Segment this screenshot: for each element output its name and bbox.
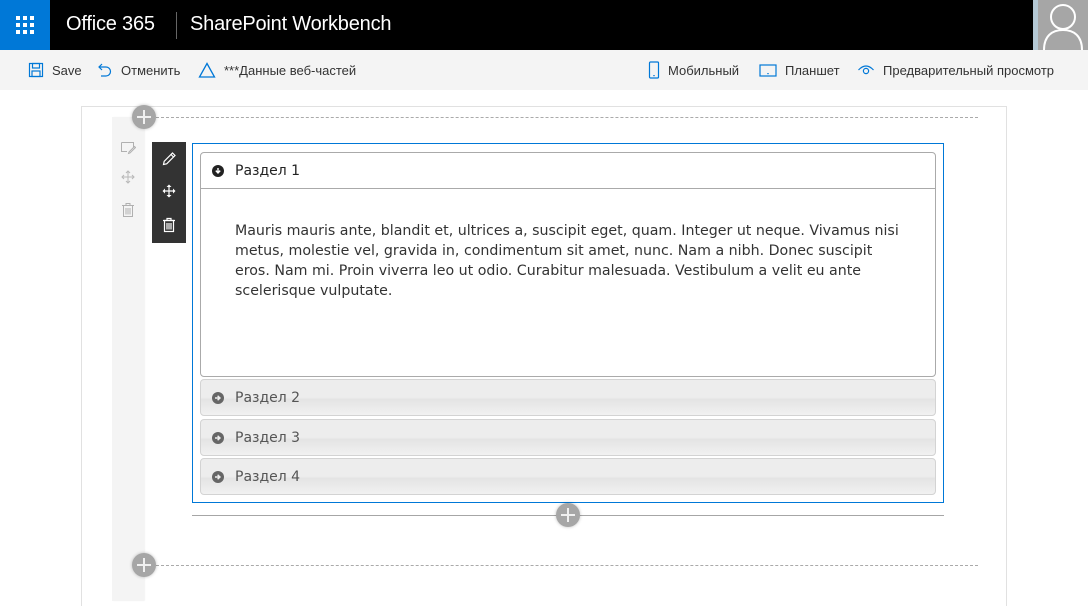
accordion-header-1[interactable]: Раздел 1 (201, 153, 935, 189)
app-title[interactable]: SharePoint Workbench (190, 13, 392, 36)
brand-separator (176, 12, 177, 39)
add-webpart-button[interactable] (556, 503, 580, 527)
tablet-preview-button[interactable]: Планшет (759, 50, 840, 90)
webpart-data-label: ***Данные веб-частей (224, 62, 357, 78)
add-section-bottom-button[interactable] (132, 553, 156, 577)
command-bar: Save Отменить ***Данные веб-частей Мобил… (0, 50, 1088, 90)
save-icon (28, 62, 44, 78)
user-menu[interactable] (1033, 0, 1088, 50)
accordion-title-1: Раздел 1 (235, 162, 301, 179)
save-button[interactable]: Save (28, 50, 82, 90)
user-avatar-icon[interactable] (1038, 0, 1088, 50)
edit-section-icon[interactable] (119, 138, 137, 156)
webpart-data-button[interactable]: ***Данные веб-частей (198, 50, 356, 90)
chevron-right-circle-icon (212, 431, 224, 444)
suite-bar: Office 365 SharePoint Workbench (0, 0, 1088, 50)
accordion-title-4: Раздел 4 (235, 468, 301, 485)
office-365-brand[interactable]: Office 365 (66, 13, 155, 36)
accordion-header-4[interactable]: Раздел 4 (200, 458, 936, 495)
undo-label: Отменить (121, 62, 181, 78)
section-toolbar (112, 117, 144, 601)
section-bottom-divider (156, 565, 978, 566)
triangle-icon (198, 62, 216, 78)
move-section-icon[interactable] (119, 168, 137, 186)
app-launcher-icon (16, 16, 34, 34)
add-section-top-button[interactable] (132, 105, 156, 129)
chevron-right-circle-icon (212, 391, 224, 404)
undo-icon (98, 63, 112, 77)
accordion-header-3[interactable]: Раздел 3 (200, 419, 936, 456)
preview-eye-icon (858, 65, 874, 75)
webpart-toolbar (152, 142, 186, 243)
mobile-icon (648, 61, 660, 79)
chevron-down-circle-icon (212, 164, 224, 177)
delete-webpart-icon[interactable] (152, 210, 186, 240)
app-launcher-button[interactable] (0, 0, 50, 50)
section-top-divider (156, 117, 978, 118)
preview-label: Предварительный просмотр (883, 62, 1055, 78)
mobile-label: Мобильный (668, 62, 740, 78)
tablet-label: Планшет (785, 62, 840, 78)
save-label: Save (52, 62, 82, 78)
chevron-right-circle-icon (212, 470, 224, 483)
edit-webpart-icon[interactable] (152, 144, 186, 174)
accordion-header-2[interactable]: Раздел 2 (200, 379, 936, 416)
undo-button[interactable]: Отменить (97, 50, 180, 90)
preview-button[interactable]: Предварительный просмотр (857, 50, 1054, 90)
accordion-title-3: Раздел 3 (235, 429, 301, 446)
move-webpart-icon[interactable] (152, 176, 186, 206)
accordion-content-1: Mauris mauris ante, blandit et, ultrices… (235, 223, 899, 299)
delete-section-icon[interactable] (119, 201, 137, 219)
tablet-icon (759, 64, 777, 77)
accordion-title-2: Раздел 2 (235, 389, 301, 406)
mobile-preview-button[interactable]: Мобильный (648, 50, 739, 90)
accordion-section-1: Раздел 1 Mauris mauris ante, blandit et,… (200, 152, 936, 377)
